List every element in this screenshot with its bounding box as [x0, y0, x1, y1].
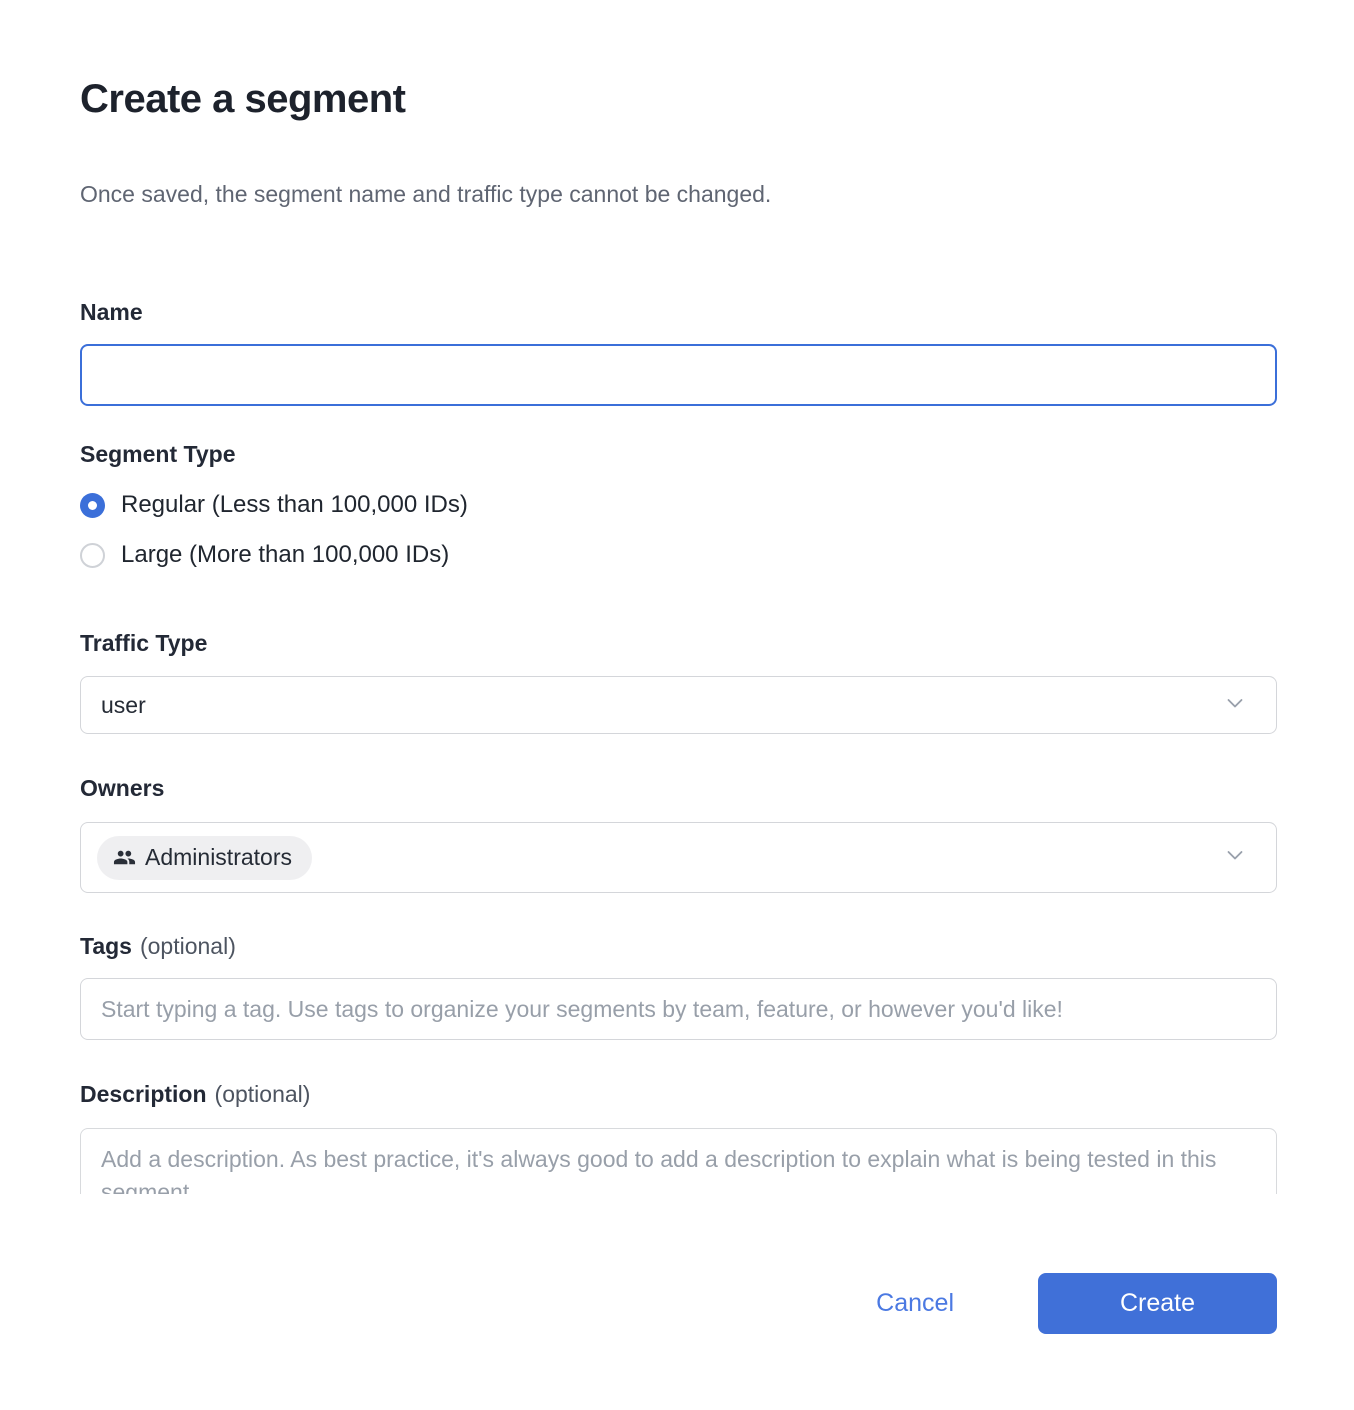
radio-unselected-icon[interactable]: [80, 543, 105, 568]
description-label: Description(optional): [80, 1080, 1277, 1108]
radio-option-large[interactable]: Large (More than 100,000 IDs): [80, 530, 1277, 580]
name-field: Name: [80, 298, 1277, 406]
description-textarea[interactable]: [80, 1128, 1277, 1194]
owner-chip-administrators[interactable]: Administrators: [97, 836, 312, 880]
owners-select[interactable]: Administrators: [80, 822, 1277, 893]
radio-selected-icon[interactable]: [80, 493, 105, 518]
traffic-type-select[interactable]: user: [80, 676, 1277, 734]
description-optional-suffix: (optional): [215, 1081, 311, 1107]
chevron-down-icon: [1222, 690, 1248, 721]
dialog-subtitle: Once saved, the segment name and traffic…: [80, 178, 1277, 210]
dialog-footer: Cancel Create: [80, 1273, 1277, 1334]
page-title: Create a segment: [80, 76, 1277, 122]
cancel-button[interactable]: Cancel: [876, 1289, 954, 1318]
radio-option-regular[interactable]: Regular (Less than 100,000 IDs): [80, 480, 1277, 530]
tags-input[interactable]: [80, 978, 1277, 1040]
description-clip-region: [80, 1128, 1277, 1194]
owner-chip-label: Administrators: [145, 844, 292, 871]
owners-field: Owners Administrators: [80, 774, 1277, 893]
people-icon: [113, 846, 136, 869]
description-field: Description(optional): [80, 1080, 1277, 1194]
segment-type-label: Segment Type: [80, 440, 1277, 468]
radio-option-label: Regular (Less than 100,000 IDs): [121, 491, 468, 519]
tags-label: Tags(optional): [80, 932, 1277, 960]
chevron-down-icon: [1222, 842, 1248, 873]
tags-optional-suffix: (optional): [140, 933, 236, 959]
create-segment-dialog: Create a segment Once saved, the segment…: [0, 0, 1354, 1334]
owners-label: Owners: [80, 774, 1277, 802]
radio-option-label: Large (More than 100,000 IDs): [121, 541, 449, 569]
create-button[interactable]: Create: [1038, 1273, 1277, 1334]
traffic-type-value: user: [101, 692, 1222, 719]
name-label: Name: [80, 298, 1277, 326]
traffic-type-field: Traffic Type user: [80, 629, 1277, 734]
tags-field: Tags(optional): [80, 932, 1277, 1040]
segment-type-field: Segment Type Regular (Less than 100,000 …: [80, 440, 1277, 580]
traffic-type-label: Traffic Type: [80, 629, 1277, 657]
name-input[interactable]: [80, 344, 1277, 406]
segment-type-radio-group: Regular (Less than 100,000 IDs) Large (M…: [80, 480, 1277, 580]
